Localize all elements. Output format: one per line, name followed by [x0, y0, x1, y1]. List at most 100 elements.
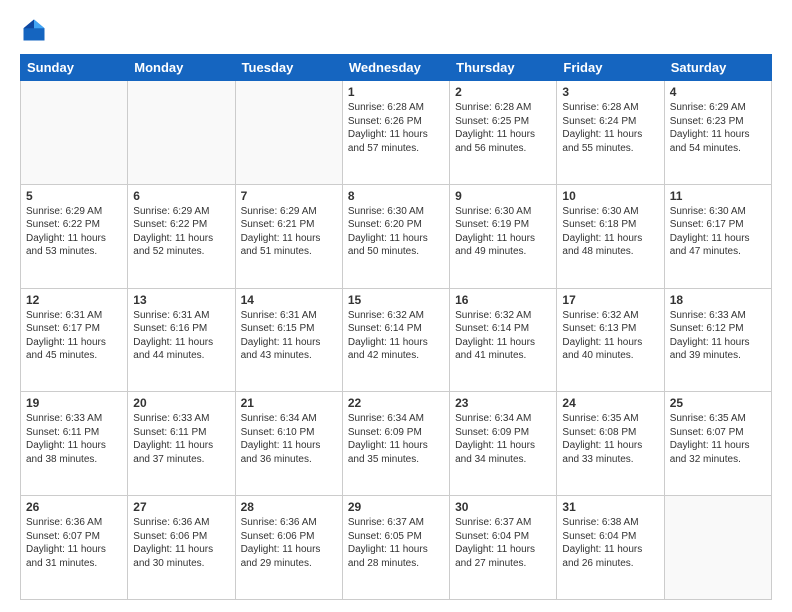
calendar-cell: 20 Sunrise: 6:33 AM Sunset: 6:11 PM Dayli…: [128, 392, 235, 496]
calendar-cell: 19Sunrise: 6:33 AM Sunset: 6:11 PM Dayli…: [21, 392, 128, 496]
day-info: Sunrise: 6:34 AM Sunset: 6:09 PM Dayligh…: [455, 412, 551, 466]
day-info: Sunrise: 6:29 AM Sunset: 6:21 PM Dayligh…: [241, 205, 337, 259]
calendar-cell: [128, 81, 235, 185]
day-number: 31: [562, 500, 658, 514]
day-header-saturday: Saturday: [664, 55, 771, 81]
day-number: 11: [670, 189, 766, 203]
day-info: Sunrise: 6:30 AM Sunset: 6:17 PM Dayligh…: [670, 205, 766, 259]
page: SundayMondayTuesdayWednesdayThursdayFrid…: [0, 0, 792, 612]
day-number: 25: [670, 396, 766, 410]
logo-icon: [20, 16, 48, 44]
day-info: Sunrise: 6:30 AM Sunset: 6:19 PM Dayligh…: [455, 205, 551, 259]
day-info: Sunrise: 6:34 AM Sunset: 6:09 PM Dayligh…: [348, 412, 444, 466]
day-number: 24: [562, 396, 658, 410]
day-info: Sunrise: 6:37 AM Sunset: 6:04 PM Dayligh…: [455, 516, 551, 570]
day-number: 17: [562, 293, 658, 307]
calendar-cell: 12 Sunrise: 6:31 AM Sunset: 6:17 PM Dayli…: [21, 288, 128, 392]
week-row-2: 5 Sunrise: 6:29 AM Sunset: 6:22 PM Daylig…: [21, 184, 772, 288]
day-number: 20: [133, 396, 229, 410]
calendar-cell: 15 Sunrise: 6:32 AM Sunset: 6:14 PM Dayli…: [342, 288, 449, 392]
calendar-cell: 31 Sunrise: 6:38 AM Sunset: 6:04 PM Dayli…: [557, 496, 664, 600]
week-row-5: 26 Sunrise: 6:36 AM Sunset: 6:07 PM Dayli…: [21, 496, 772, 600]
calendar-cell: 28Sunrise: 6:36 AM Sunset: 6:06 PM Dayli…: [235, 496, 342, 600]
calendar-cell: [664, 496, 771, 600]
day-number: 1: [348, 85, 444, 99]
calendar-cell: 5 Sunrise: 6:29 AM Sunset: 6:22 PM Daylig…: [21, 184, 128, 288]
day-number: 18: [670, 293, 766, 307]
day-number: 22: [348, 396, 444, 410]
day-info: Sunrise: 6:38 AM Sunset: 6:04 PM Dayligh…: [562, 516, 658, 570]
day-number: 16: [455, 293, 551, 307]
calendar-cell: 22 Sunrise: 6:34 AM Sunset: 6:09 PM Dayli…: [342, 392, 449, 496]
day-info: Sunrise: 6:31 AM Sunset: 6:15 PM Dayligh…: [241, 309, 337, 363]
calendar-cell: 10 Sunrise: 6:30 AM Sunset: 6:18 PM Dayli…: [557, 184, 664, 288]
day-number: 7: [241, 189, 337, 203]
day-info: Sunrise: 6:30 AM Sunset: 6:20 PM Dayligh…: [348, 205, 444, 259]
day-number: 26: [26, 500, 122, 514]
calendar-table: SundayMondayTuesdayWednesdayThursdayFrid…: [20, 54, 772, 600]
day-header-thursday: Thursday: [450, 55, 557, 81]
day-info: Sunrise: 6:28 AM Sunset: 6:24 PM Dayligh…: [562, 101, 658, 155]
day-info: Sunrise: 6:29 AM Sunset: 6:22 PM Dayligh…: [26, 205, 122, 259]
day-header-friday: Friday: [557, 55, 664, 81]
calendar-cell: 6Sunrise: 6:29 AM Sunset: 6:22 PM Daylig…: [128, 184, 235, 288]
day-info: Sunrise: 6:33 AM Sunset: 6:11 PM Dayligh…: [133, 412, 229, 466]
day-info: Sunrise: 6:35 AM Sunset: 6:07 PM Dayligh…: [670, 412, 766, 466]
day-number: 28: [241, 500, 337, 514]
day-number: 23: [455, 396, 551, 410]
calendar-cell: 3 Sunrise: 6:28 AM Sunset: 6:24 PM Daylig…: [557, 81, 664, 185]
calendar-cell: 29 Sunrise: 6:37 AM Sunset: 6:05 PM Dayli…: [342, 496, 449, 600]
calendar-cell: 9 Sunrise: 6:30 AM Sunset: 6:19 PM Daylig…: [450, 184, 557, 288]
day-number: 4: [670, 85, 766, 99]
day-number: 10: [562, 189, 658, 203]
calendar-cell: 16 Sunrise: 6:32 AM Sunset: 6:14 PM Dayli…: [450, 288, 557, 392]
calendar-cell: 25 Sunrise: 6:35 AM Sunset: 6:07 PM Dayli…: [664, 392, 771, 496]
calendar-cell: 13Sunrise: 6:31 AM Sunset: 6:16 PM Dayli…: [128, 288, 235, 392]
calendar-cell: 26 Sunrise: 6:36 AM Sunset: 6:07 PM Dayli…: [21, 496, 128, 600]
day-info: Sunrise: 6:32 AM Sunset: 6:14 PM Dayligh…: [455, 309, 551, 363]
day-header-tuesday: Tuesday: [235, 55, 342, 81]
day-info: Sunrise: 6:36 AM Sunset: 6:06 PM Dayligh…: [133, 516, 229, 570]
day-number: 3: [562, 85, 658, 99]
day-info: Sunrise: 6:33 AM Sunset: 6:12 PM Dayligh…: [670, 309, 766, 363]
header-row: SundayMondayTuesdayWednesdayThursdayFrid…: [21, 55, 772, 81]
calendar-cell: 27Sunrise: 6:36 AM Sunset: 6:06 PM Dayli…: [128, 496, 235, 600]
day-header-wednesday: Wednesday: [342, 55, 449, 81]
calendar-cell: 8 Sunrise: 6:30 AM Sunset: 6:20 PM Daylig…: [342, 184, 449, 288]
day-number: 9: [455, 189, 551, 203]
calendar-cell: 11 Sunrise: 6:30 AM Sunset: 6:17 PM Dayli…: [664, 184, 771, 288]
day-info: Sunrise: 6:32 AM Sunset: 6:14 PM Dayligh…: [348, 309, 444, 363]
day-number: 21: [241, 396, 337, 410]
calendar-cell: 4 Sunrise: 6:29 AM Sunset: 6:23 PM Daylig…: [664, 81, 771, 185]
calendar-cell: 23 Sunrise: 6:34 AM Sunset: 6:09 PM Dayli…: [450, 392, 557, 496]
day-number: 8: [348, 189, 444, 203]
day-info: Sunrise: 6:32 AM Sunset: 6:13 PM Dayligh…: [562, 309, 658, 363]
day-number: 29: [348, 500, 444, 514]
week-row-3: 12 Sunrise: 6:31 AM Sunset: 6:17 PM Dayli…: [21, 288, 772, 392]
day-number: 30: [455, 500, 551, 514]
calendar-cell: 18 Sunrise: 6:33 AM Sunset: 6:12 PM Dayli…: [664, 288, 771, 392]
day-header-monday: Monday: [128, 55, 235, 81]
day-info: Sunrise: 6:33 AM Sunset: 6:11 PM Dayligh…: [26, 412, 122, 466]
calendar-cell: 21Sunrise: 6:34 AM Sunset: 6:10 PM Dayli…: [235, 392, 342, 496]
day-info: Sunrise: 6:30 AM Sunset: 6:18 PM Dayligh…: [562, 205, 658, 259]
week-row-1: 1Sunrise: 6:28 AM Sunset: 6:26 PM Daylig…: [21, 81, 772, 185]
day-info: Sunrise: 6:29 AM Sunset: 6:23 PM Dayligh…: [670, 101, 766, 155]
logo: [20, 16, 52, 44]
day-number: 5: [26, 189, 122, 203]
day-info: Sunrise: 6:31 AM Sunset: 6:17 PM Dayligh…: [26, 309, 122, 363]
day-info: Sunrise: 6:36 AM Sunset: 6:07 PM Dayligh…: [26, 516, 122, 570]
day-info: Sunrise: 6:28 AM Sunset: 6:25 PM Dayligh…: [455, 101, 551, 155]
day-number: 14: [241, 293, 337, 307]
day-info: Sunrise: 6:29 AM Sunset: 6:22 PM Dayligh…: [133, 205, 229, 259]
day-number: 12: [26, 293, 122, 307]
header: [20, 16, 772, 44]
calendar-cell: 7 Sunrise: 6:29 AM Sunset: 6:21 PM Daylig…: [235, 184, 342, 288]
calendar-cell: 2 Sunrise: 6:28 AM Sunset: 6:25 PM Daylig…: [450, 81, 557, 185]
calendar-cell: 1Sunrise: 6:28 AM Sunset: 6:26 PM Daylig…: [342, 81, 449, 185]
day-number: 2: [455, 85, 551, 99]
calendar-cell: 14 Sunrise: 6:31 AM Sunset: 6:15 PM Dayli…: [235, 288, 342, 392]
day-number: 15: [348, 293, 444, 307]
calendar-cell: [235, 81, 342, 185]
day-info: Sunrise: 6:37 AM Sunset: 6:05 PM Dayligh…: [348, 516, 444, 570]
